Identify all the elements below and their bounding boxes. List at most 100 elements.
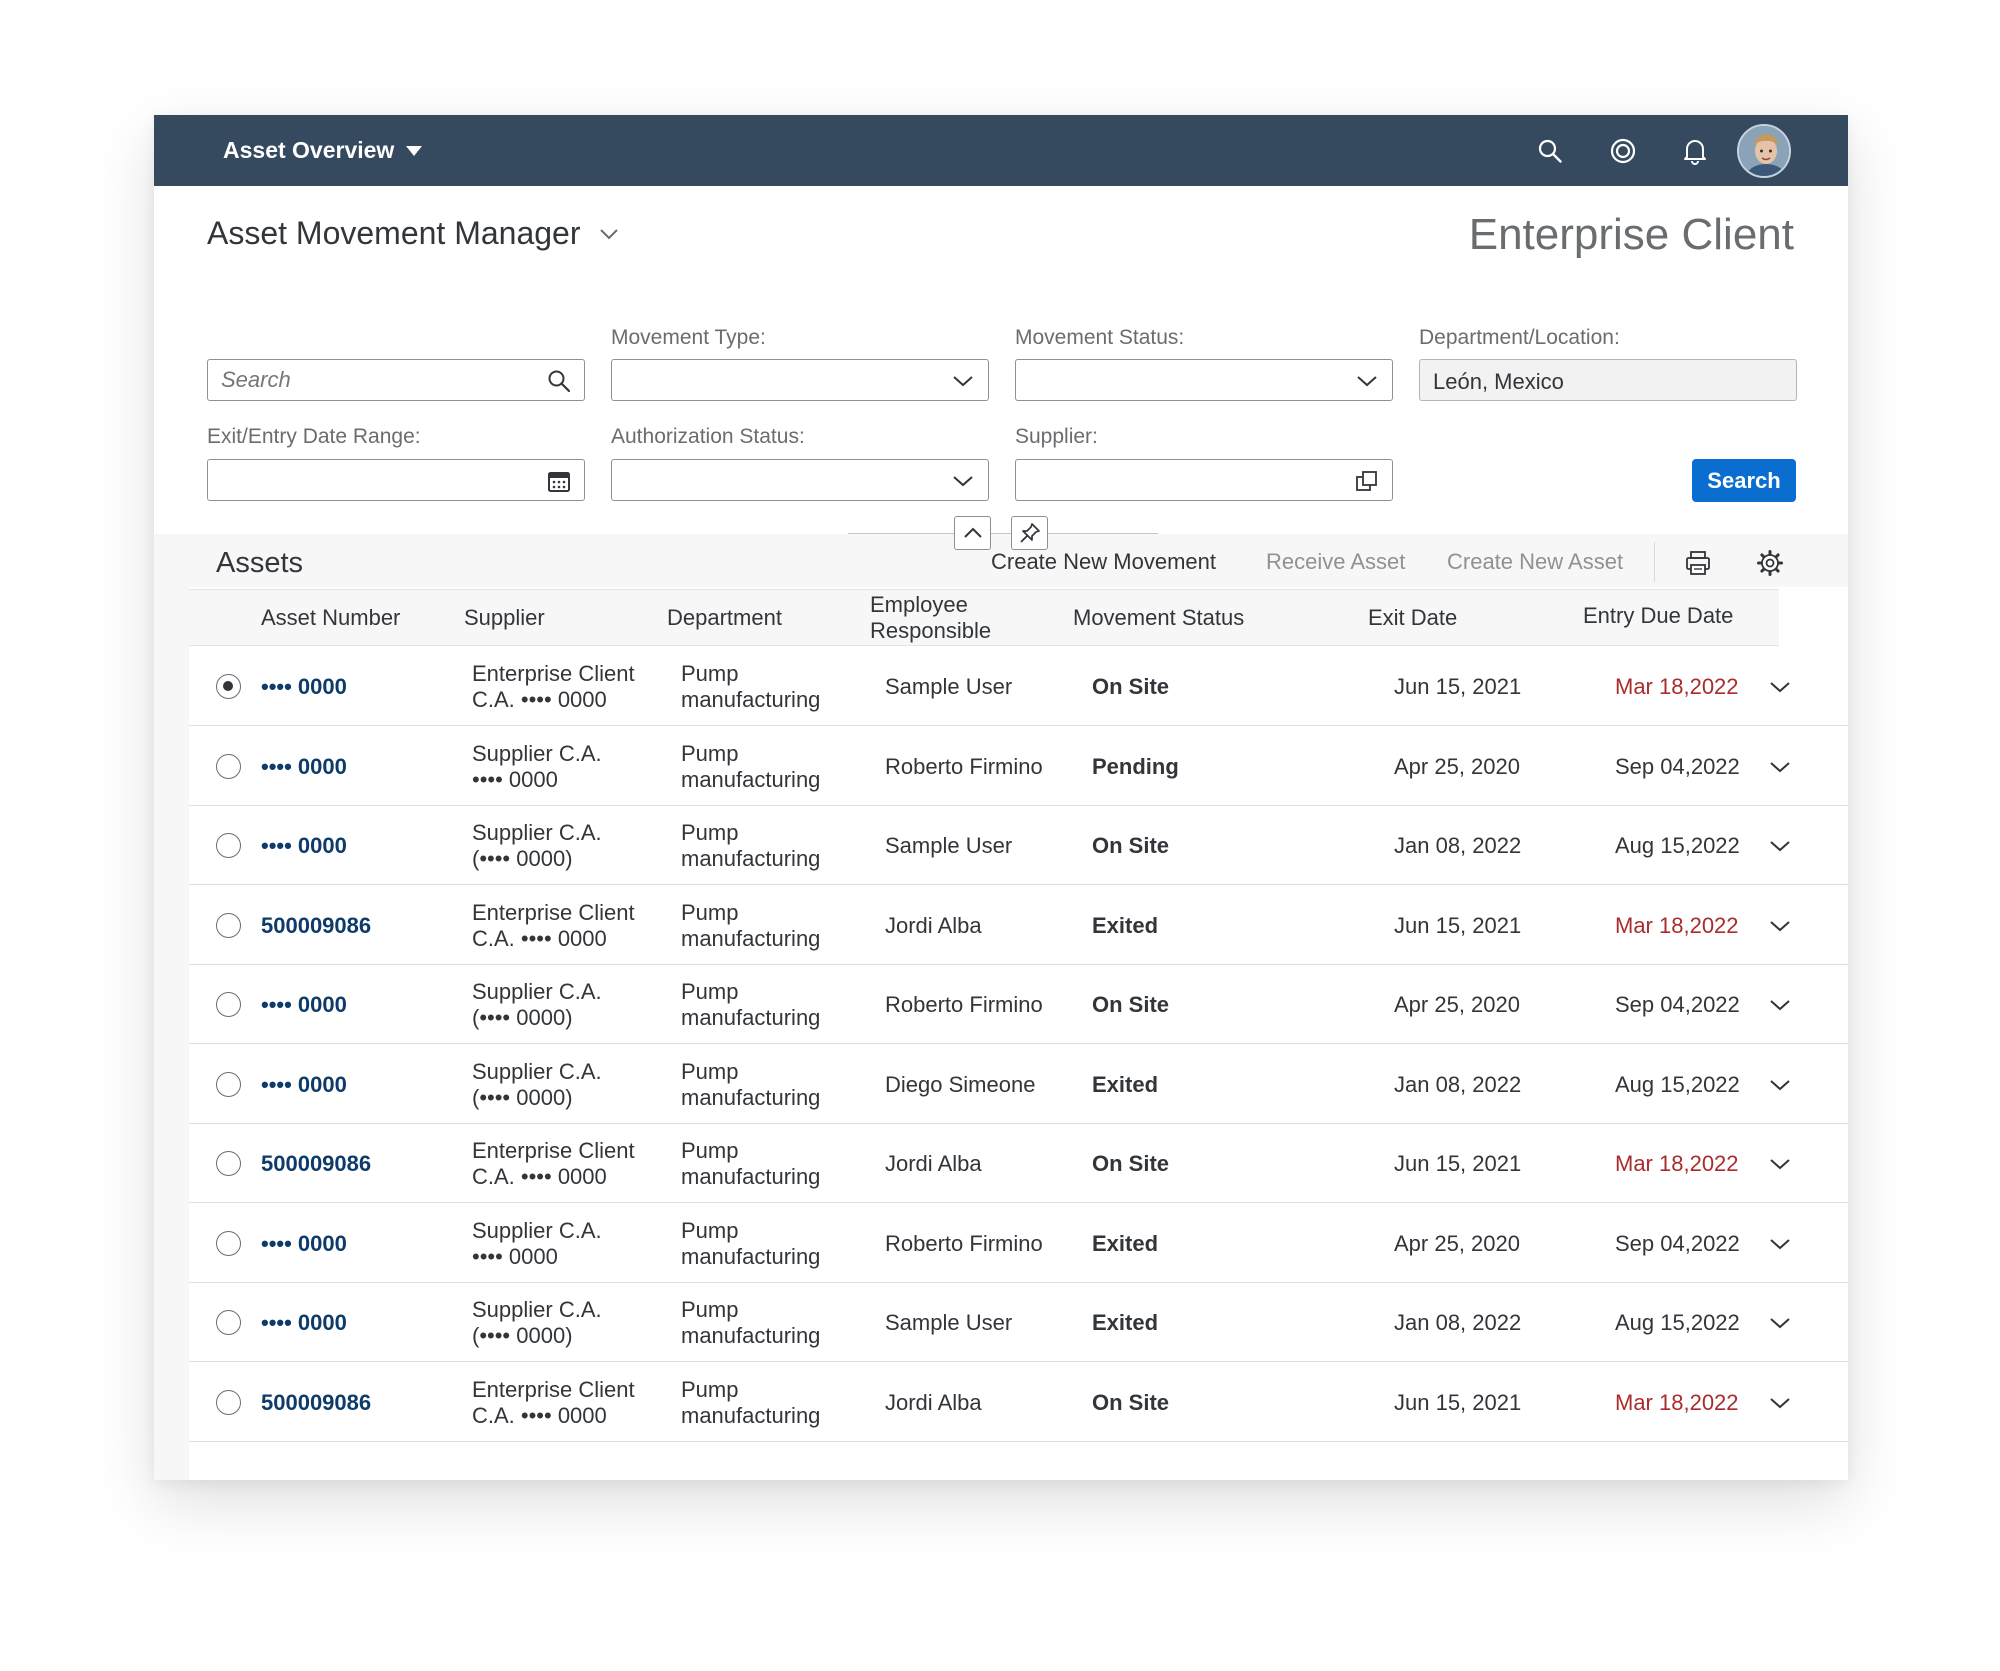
entry-due-date-cell: Aug 15,2022	[1615, 1310, 1740, 1335]
asset-number-link[interactable]: 500009086	[261, 913, 371, 939]
row-expand-chevron-icon[interactable]	[1767, 914, 1793, 938]
user-avatar[interactable]	[1737, 124, 1791, 178]
table-row[interactable]: •••• 0000 Supplier C.A. (•••• 0000) Pump man…	[189, 965, 1848, 1044]
row-expand-chevron-icon[interactable]	[1767, 993, 1793, 1017]
app-switcher[interactable]: Asset Overview	[223, 133, 423, 167]
department-line-1: Pump	[681, 1217, 739, 1243]
page-title-switcher[interactable]: Asset Movement Manager	[207, 215, 619, 252]
row-select-radio[interactable]	[216, 1071, 241, 1097]
row-expand-chevron-icon[interactable]	[1767, 755, 1793, 779]
exit-date-cell: Jan 08, 2022	[1394, 1310, 1522, 1335]
asset-number-link[interactable]: •••• 0000	[261, 833, 347, 859]
receive-asset-button[interactable]: Receive Asset	[1266, 549, 1405, 575]
table-row[interactable]: •••• 0000 Supplier C.A. •••• 0000 Pump manuf…	[189, 1203, 1848, 1283]
entry-due-date-cell: Sep 04,2022	[1615, 992, 1740, 1017]
table-row[interactable]: •••• 0000 Supplier C.A. (•••• 0000) Pump man…	[189, 1044, 1848, 1124]
exit-date-cell: Jun 15, 2021	[1394, 674, 1522, 699]
asset-number-link[interactable]: •••• 0000	[261, 754, 347, 780]
exit-date-cell: Jun 15, 2021	[1394, 1389, 1522, 1415]
asset-number-link[interactable]: •••• 0000	[261, 674, 347, 700]
settings-gear-icon[interactable]	[1754, 547, 1786, 579]
table-row[interactable]: •••• 0000 Supplier C.A. (•••• 0000) Pump man…	[189, 806, 1848, 885]
supplier-field[interactable]	[1015, 459, 1393, 501]
chevron-down-icon[interactable]	[1354, 368, 1380, 394]
authorization-status-label: Authorization Status:	[611, 425, 805, 448]
movement-type-label: Movement Type:	[611, 326, 766, 349]
row-select-radio[interactable]	[216, 1151, 241, 1176]
column-movement-status[interactable]: Movement Status	[1073, 605, 1244, 631]
asset-number-link[interactable]: •••• 0000	[261, 1310, 347, 1336]
row-expand-chevron-icon[interactable]	[1767, 1311, 1793, 1335]
search-icon[interactable]	[546, 368, 572, 394]
chevron-down-icon[interactable]	[950, 468, 976, 494]
co-pilot-icon[interactable]	[1607, 135, 1639, 167]
department-line-1: Pump	[681, 1297, 739, 1322]
pin-header-button[interactable]	[1011, 516, 1048, 550]
page-title: Asset Movement Manager	[207, 215, 581, 251]
create-new-asset-button[interactable]: Create New Asset	[1447, 549, 1623, 575]
department-field: León, Mexico	[1419, 359, 1797, 401]
row-expand-chevron-icon[interactable]	[1767, 1391, 1793, 1415]
column-supplier[interactable]: Supplier	[464, 605, 545, 631]
date-range-picker[interactable]	[207, 459, 585, 501]
print-icon[interactable]	[1682, 547, 1714, 579]
row-expand-chevron-icon[interactable]	[1767, 1073, 1793, 1097]
supplier-line-1: Supplier C.A.	[472, 979, 602, 1004]
row-select-radio[interactable]	[216, 1230, 241, 1256]
table-row[interactable]: •••• 0000 Supplier C.A. (•••• 0000) Pump man…	[189, 1283, 1848, 1362]
table-header: Asset Number Supplier Department Employe…	[189, 589, 1779, 646]
table-row[interactable]: 500009086 Enterprise Client C.A. •••• 0000…	[189, 1124, 1848, 1203]
chevron-down-icon	[599, 228, 618, 239]
supplier-cell: Enterprise Client C.A. •••• 0000	[472, 1377, 635, 1429]
exit-date-cell: Jan 08, 2022	[1394, 833, 1522, 858]
date-range-label: Exit/Entry Date Range:	[207, 425, 421, 448]
table-row[interactable]: 500009086 Enterprise Client C.A. •••• 0000…	[189, 1362, 1848, 1442]
row-select-radio[interactable]	[216, 1310, 241, 1335]
row-select-radio[interactable]	[216, 992, 241, 1017]
column-department[interactable]: Department	[667, 605, 782, 631]
authorization-status-select[interactable]	[611, 459, 989, 501]
row-expand-chevron-icon[interactable]	[1767, 675, 1793, 699]
create-new-movement-button[interactable]: Create New Movement	[991, 549, 1216, 575]
row-select-radio[interactable]	[216, 753, 241, 779]
department-cell: Pump manufacturing	[681, 979, 820, 1031]
movement-status-cell: On Site	[1092, 1151, 1170, 1176]
column-asset-number[interactable]: Asset Number	[261, 605, 400, 631]
row-expand-chevron-icon[interactable]	[1767, 834, 1793, 858]
row-select-radio[interactable]	[216, 912, 241, 938]
column-exit-date[interactable]: Exit Date	[1368, 605, 1457, 631]
asset-number-link[interactable]: •••• 0000	[261, 1072, 347, 1098]
search-button[interactable]: Search	[1692, 459, 1796, 502]
supplier-line-2: (•••• 0000)	[472, 1323, 573, 1348]
column-employee-responsible[interactable]: Employee Responsible	[870, 592, 991, 644]
row-select-radio[interactable]	[216, 1389, 241, 1415]
movement-status-select[interactable]	[1015, 359, 1393, 401]
asset-number-link[interactable]: •••• 0000	[261, 992, 347, 1018]
search-input[interactable]	[208, 360, 584, 400]
row-select-radio[interactable]	[216, 674, 241, 699]
movement-status-cell: On Site	[1092, 1389, 1170, 1415]
calendar-icon[interactable]	[546, 468, 572, 494]
column-entry-due-date[interactable]: Entry Due Date	[1583, 603, 1733, 629]
row-select-radio[interactable]	[216, 833, 241, 858]
table-row[interactable]: •••• 0000 Supplier C.A. •••• 0000 Pump manuf…	[189, 726, 1848, 806]
bell-icon[interactable]	[1679, 135, 1711, 167]
asset-number-link[interactable]: •••• 0000	[261, 1231, 347, 1257]
row-expand-chevron-icon[interactable]	[1767, 1152, 1793, 1176]
value-help-icon[interactable]	[1354, 468, 1380, 494]
table-title: Assets	[216, 547, 304, 579]
supplier-line-2: (•••• 0000)	[472, 1005, 573, 1030]
movement-type-select[interactable]	[611, 359, 989, 401]
search-icon[interactable]	[1534, 135, 1566, 167]
supplier-label: Supplier:	[1015, 425, 1098, 448]
pin-icon	[1019, 523, 1040, 543]
table-row[interactable]: •••• 0000 Enterprise Client C.A. •••• 0000…	[189, 647, 1848, 726]
asset-number-link[interactable]: 500009086	[261, 1151, 371, 1177]
department-line-1: Pump	[681, 740, 739, 766]
chevron-down-icon[interactable]	[950, 368, 976, 394]
row-expand-chevron-icon[interactable]	[1767, 1232, 1793, 1256]
collapse-header-button[interactable]	[954, 516, 991, 550]
asset-number-link[interactable]: 500009086	[261, 1390, 371, 1416]
search-field[interactable]	[207, 359, 585, 401]
table-row[interactable]: 500009086 Enterprise Client C.A. •••• 0000…	[189, 885, 1848, 965]
